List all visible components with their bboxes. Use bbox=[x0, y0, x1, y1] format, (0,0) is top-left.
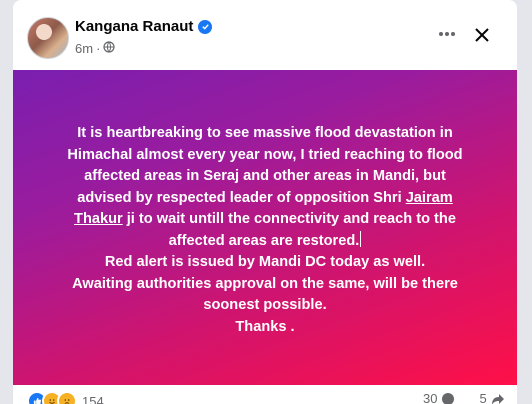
post-background: It is heartbreaking to see massive flood… bbox=[13, 70, 517, 385]
author-name[interactable]: Kangana Ranaut bbox=[75, 18, 193, 35]
meta-separator: · bbox=[96, 41, 101, 56]
post-meta: 6m · bbox=[75, 41, 116, 56]
post-line-4: advised by respected leader of oppositio… bbox=[45, 188, 485, 210]
post-line-8: Awaiting authorities approval on the sam… bbox=[72, 275, 458, 292]
mention-link-thakur[interactable]: Thakur bbox=[74, 211, 123, 227]
post-line-6: affected areas are restored. bbox=[45, 230, 485, 253]
post-header: Kangana Ranaut 6m · bbox=[13, 0, 517, 70]
reaction-count[interactable]: 154 bbox=[82, 394, 104, 404]
more-options-button[interactable] bbox=[436, 23, 458, 45]
globe-icon bbox=[103, 41, 116, 56]
post-text: It is heartbreaking to see massive flood… bbox=[45, 123, 485, 338]
post-line-4-text: advised by respected leader of oppositio… bbox=[77, 189, 402, 206]
comment-icon bbox=[442, 392, 455, 404]
post-line-5: Thakur ji to wait untill the connectivit… bbox=[45, 209, 485, 231]
author-avatar[interactable] bbox=[27, 17, 69, 59]
mention-link-jairam[interactable]: Jairam bbox=[406, 190, 453, 206]
reactions-summary[interactable]: 154 bbox=[27, 391, 104, 404]
post-line-3: affected areas in Seraj and other areas … bbox=[84, 168, 446, 184]
post-line-5-text: ji to wait untill the connectivity and r… bbox=[122, 211, 456, 227]
engagement-stats: 30 5 bbox=[423, 391, 505, 404]
share-count[interactable]: 5 bbox=[479, 391, 486, 404]
verified-badge-icon bbox=[198, 19, 213, 34]
share-icon bbox=[491, 393, 504, 404]
post-card: Kangana Ranaut 6m · It is heartbreaking … bbox=[13, 0, 517, 404]
text-cursor bbox=[360, 230, 362, 247]
sad-reaction-icon bbox=[57, 391, 77, 404]
close-icon bbox=[475, 28, 489, 42]
post-line-6-text: affected areas are restored. bbox=[168, 232, 360, 249]
post-line-2: Himachal almost every year now, I tried … bbox=[67, 146, 463, 163]
author-name-row: Kangana Ranaut bbox=[75, 18, 213, 35]
close-button[interactable] bbox=[469, 22, 495, 48]
post-line-1: It is heartbreaking to see massive flood… bbox=[77, 125, 453, 141]
more-dots-icon bbox=[439, 32, 455, 36]
post-time[interactable]: 6m bbox=[75, 41, 93, 56]
post-line-10: Thanks . bbox=[235, 318, 295, 335]
post-line-7: Red alert is issued by Mandi DC today as… bbox=[104, 254, 426, 270]
comment-count[interactable]: 30 bbox=[423, 391, 437, 404]
post-line-9: soonest possible. bbox=[203, 297, 327, 313]
